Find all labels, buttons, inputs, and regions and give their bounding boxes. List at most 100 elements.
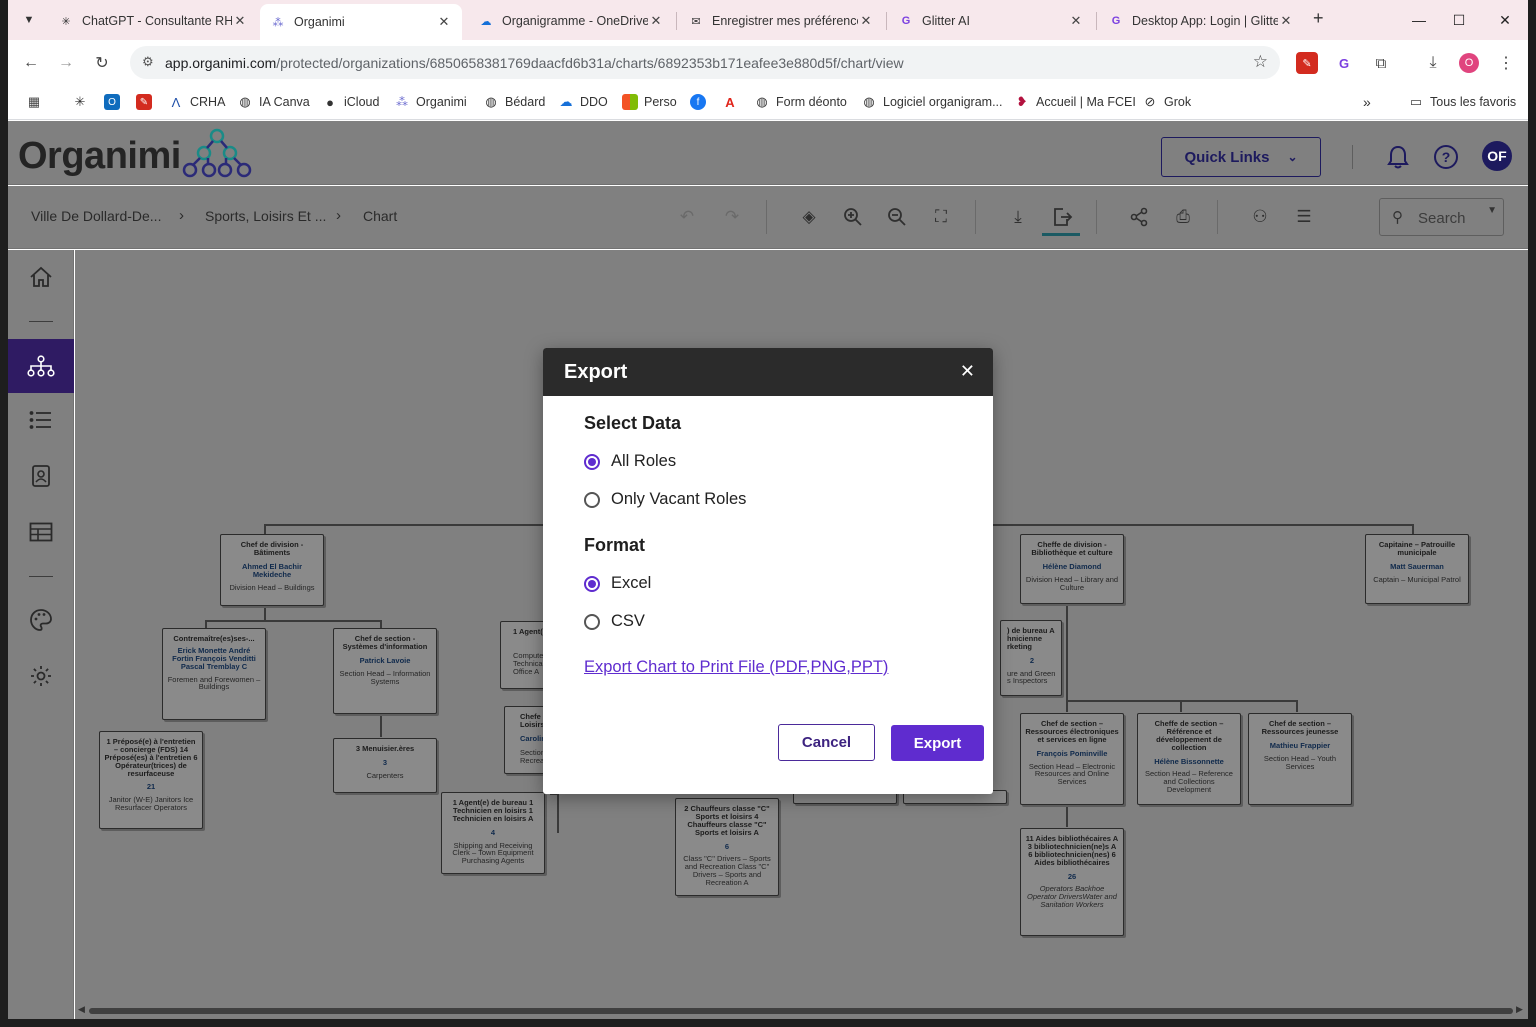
list-icon[interactable] [8, 393, 74, 447]
table-icon[interactable] [8, 505, 74, 559]
zoom-out-icon[interactable] [884, 204, 910, 230]
export-button[interactable]: Export [891, 725, 984, 761]
undo-icon[interactable]: ↶ [674, 204, 700, 230]
glitter-extension-icon[interactable]: G [1333, 52, 1355, 74]
tab-preferences[interactable]: ✉ Enregistrer mes préférences ✕ [678, 6, 884, 36]
chart-node[interactable]: 2 Chauffeurs classe "C" Sports et loisir… [675, 798, 779, 896]
chart-node[interactable]: Chef de section – Ressources jeunesse Ma… [1248, 713, 1352, 805]
url-bar[interactable]: ⚙ app.organimi.com/protected/organizatio… [130, 46, 1280, 79]
chart-node[interactable]: Contremaître(es)ses-... Erick Monette An… [162, 628, 266, 720]
download-icon[interactable]: ⤓ [1422, 52, 1444, 74]
apps-button[interactable]: ▦ [26, 92, 48, 112]
breadcrumb-department[interactable]: Sports, Loisirs Et ... [205, 208, 326, 224]
palette-icon[interactable] [8, 593, 74, 647]
radio-excel[interactable]: Excel [584, 574, 651, 593]
home-icon[interactable] [8, 250, 74, 304]
radio-only-vacant-roles[interactable]: Only Vacant Roles [584, 490, 746, 509]
user-avatar[interactable]: OF [1482, 141, 1512, 171]
search-input[interactable]: ⚲ Search ▼ [1379, 198, 1504, 236]
radio-button[interactable] [584, 491, 600, 508]
close-icon[interactable]: ✕ [1278, 13, 1294, 29]
align-icon[interactable]: ☰ [1291, 204, 1317, 230]
url-text[interactable]: app.organimi.com/protected/organizations… [165, 55, 904, 71]
chart-node[interactable]: 1 Préposé(e) à l'entretien – concierge (… [99, 731, 203, 829]
caret-down-icon[interactable]: ▼ [1487, 205, 1497, 216]
chart-node[interactable]: 1 Agent(e) de bureau 1 Technicien en loi… [441, 792, 545, 874]
scroll-right-icon[interactable]: ▶ [1516, 1004, 1523, 1015]
bookmark-fcei[interactable]: ❥ Accueil | Ma FCEI [1014, 92, 1136, 112]
layers-icon[interactable]: ◈ [796, 204, 822, 230]
chart-node[interactable]: 3 Menuisier.ères 3 Carpenters [333, 738, 437, 793]
organimi-logo-text[interactable]: Organimi [18, 135, 181, 178]
forward-button[interactable]: → [54, 52, 78, 74]
chart-node[interactable]: Chef de section – Ressources électroniqu… [1020, 713, 1124, 805]
bookmark-facebook[interactable]: f [690, 92, 712, 112]
chart-node[interactable]: Chef de section - Systèmes d'information… [333, 628, 437, 714]
tab-onedrive[interactable]: ☁ Organigramme - OneDrive ✕ [468, 6, 674, 36]
chart-node[interactable]: Capitaine – Patrouille municipale Matt S… [1365, 534, 1469, 604]
scroll-left-icon[interactable]: ◀ [78, 1004, 85, 1015]
radio-button[interactable] [584, 613, 600, 630]
export-print-file-link[interactable]: Export Chart to Print File (PDF,PNG,PPT) [584, 658, 888, 677]
browser-menu-icon[interactable]: ⋮ [1495, 52, 1517, 74]
bookmark-icloud[interactable]: ● iCloud [322, 92, 379, 112]
import-icon[interactable]: ⤓ [1005, 204, 1031, 230]
tab-organimi[interactable]: ⁂ Organimi ✕ [260, 4, 462, 40]
bookmark-logiciel[interactable]: ◍ Logiciel organigram... [861, 92, 1002, 112]
help-icon[interactable]: ? [1432, 143, 1460, 171]
all-bookmarks-folder[interactable]: ▭ Tous les favoris [1408, 92, 1516, 112]
chart-node[interactable]: Cheffe de section – Référence et dévelop… [1137, 713, 1241, 805]
close-icon[interactable]: ✕ [232, 13, 248, 29]
extensions-puzzle-icon[interactable]: ⧉ [1370, 52, 1392, 74]
tab-chatgpt[interactable]: ✳ ChatGPT - Consultante RH ✕ [48, 6, 258, 36]
people-icon[interactable]: ⚇ [1247, 204, 1273, 230]
cancel-button[interactable]: Cancel [778, 724, 875, 761]
radio-button[interactable] [584, 453, 600, 470]
bookmark-perso[interactable]: Perso [622, 92, 677, 112]
bookmark-organimi[interactable]: ⁂ Organimi [394, 92, 467, 112]
radio-button[interactable] [584, 575, 600, 592]
bookmark-ddo[interactable]: ☁ DDO [558, 92, 608, 112]
pdf-extension-icon[interactable]: ✎ [1296, 52, 1318, 74]
close-icon[interactable]: ✕ [436, 14, 452, 30]
radio-csv[interactable]: CSV [584, 612, 645, 631]
share-icon[interactable] [1126, 204, 1152, 230]
maximize-button[interactable]: ☐ [1444, 8, 1474, 32]
close-window-button[interactable]: ✕ [1490, 8, 1520, 32]
tab-search-button[interactable]: ▼ [16, 8, 42, 32]
quick-links-button[interactable]: Quick Links ⌄ [1161, 137, 1321, 177]
org-chart-icon[interactable] [8, 339, 74, 393]
back-button[interactable]: ← [19, 52, 43, 74]
close-icon[interactable]: ✕ [648, 13, 664, 29]
close-icon[interactable]: ✕ [1068, 13, 1084, 29]
reload-button[interactable]: ↻ [90, 52, 114, 74]
close-icon[interactable]: ✕ [858, 13, 874, 29]
bookmark-bedard[interactable]: ◍ Bédard [483, 92, 545, 112]
bookmark-adobe[interactable]: A [722, 92, 744, 112]
bookmark-grok[interactable]: ⊘ Grok [1142, 92, 1192, 112]
chart-node[interactable]: Chef de division - Bâtiments Ahmed El Ba… [220, 534, 324, 606]
horizontal-scrollbar[interactable] [89, 1008, 1513, 1014]
chart-node[interactable]: Cheffe de division - Bibliothèque et cul… [1020, 534, 1124, 604]
bookmark-pdf[interactable]: ✎ [136, 92, 158, 112]
bookmark-star-icon[interactable]: ☆ [1253, 52, 1268, 72]
new-tab-button[interactable]: + [1313, 8, 1324, 29]
chart-node[interactable]: 11 Aides bibliothécaires A 3 bibliotechn… [1020, 828, 1124, 936]
close-icon[interactable]: ✕ [960, 361, 975, 382]
bookmark-outlook[interactable]: O [104, 92, 126, 112]
radio-all-roles[interactable]: All Roles [584, 452, 676, 471]
fit-to-screen-icon[interactable]: ⛶ [928, 204, 954, 230]
bookmarks-overflow-button[interactable]: » [1363, 92, 1371, 112]
settings-gear-icon[interactable] [8, 649, 74, 703]
profile-avatar[interactable]: O [1459, 53, 1479, 73]
zoom-in-icon[interactable] [840, 204, 866, 230]
bookmark-crha[interactable]: Λ CRHA [168, 92, 226, 112]
site-settings-icon[interactable]: ⚙ [142, 54, 154, 70]
chart-node[interactable]: ) de bureau A hnicienne rketing 2 ure an… [1000, 620, 1062, 696]
print-icon[interactable]: ⎙ [1170, 204, 1196, 230]
bookmark-ia-canva[interactable]: ◍ IA Canva [237, 92, 309, 112]
minimize-button[interactable]: — [1404, 8, 1434, 32]
redo-icon[interactable]: ↷ [719, 204, 745, 230]
directory-icon[interactable] [8, 449, 74, 503]
breadcrumb-organization[interactable]: Ville De Dollard-De... [31, 208, 161, 224]
